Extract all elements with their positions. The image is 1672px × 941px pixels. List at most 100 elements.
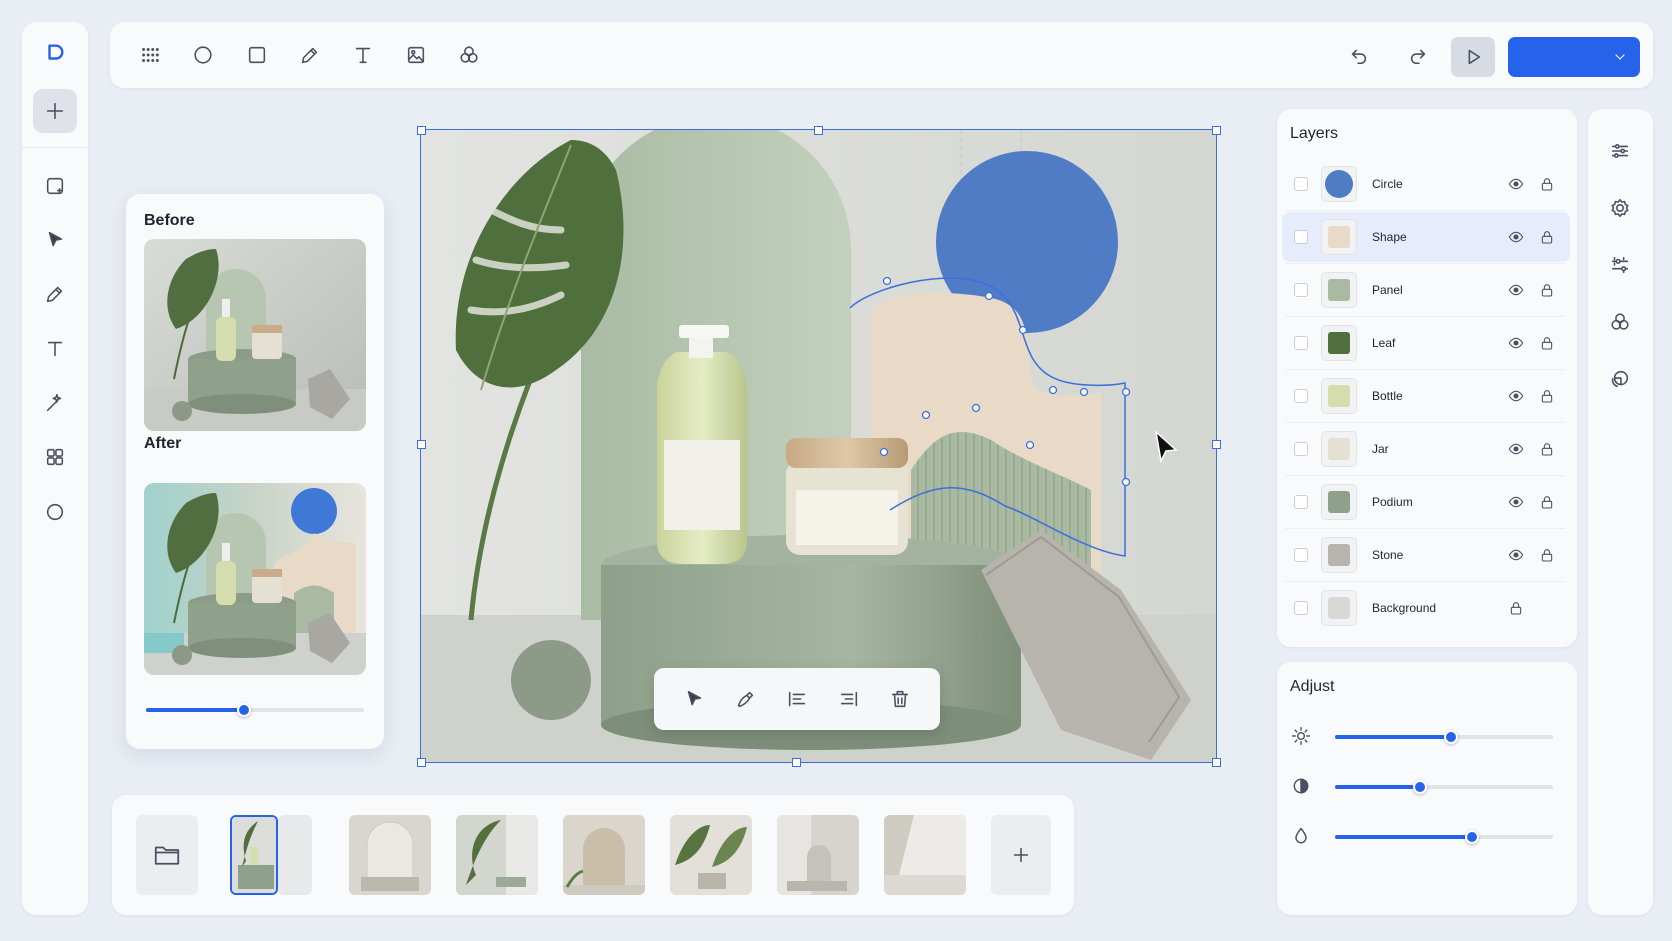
left-toolbar xyxy=(22,22,88,915)
layer-checkbox[interactable] xyxy=(1294,230,1308,244)
eye-icon[interactable] xyxy=(1508,494,1524,510)
layer-row[interactable]: Podium xyxy=(1282,477,1570,527)
add-thumbnail-button[interactable] xyxy=(991,815,1051,895)
grid-icon[interactable] xyxy=(128,33,172,77)
magic-wand-icon[interactable] xyxy=(33,381,77,425)
redo-icon[interactable] xyxy=(1396,33,1440,77)
resize-handle-s[interactable] xyxy=(791,757,801,767)
select-icon[interactable] xyxy=(683,688,705,710)
thumbnail-ghost xyxy=(278,815,312,895)
logo-icon[interactable] xyxy=(33,31,77,75)
eye-icon[interactable] xyxy=(1508,547,1524,563)
layer-row[interactable]: Stone xyxy=(1282,530,1570,580)
text-icon[interactable] xyxy=(341,33,385,77)
resize-handle-e[interactable] xyxy=(1211,439,1221,449)
resize-handle-sw[interactable] xyxy=(416,757,426,767)
adjust-title: Adjust xyxy=(1290,678,1335,695)
align-right-icon[interactable] xyxy=(838,688,860,710)
slider-knob[interactable] xyxy=(237,703,252,717)
pen-icon[interactable] xyxy=(734,688,756,710)
layer-checkbox[interactable] xyxy=(1294,336,1308,350)
layer-row[interactable]: Jar xyxy=(1282,424,1570,474)
play-button[interactable] xyxy=(1451,37,1495,77)
layer-thumbnail xyxy=(1321,166,1357,202)
layer-row[interactable]: Bottle xyxy=(1282,371,1570,421)
eye-icon[interactable] xyxy=(1508,176,1524,192)
undo-icon[interactable] xyxy=(1337,33,1381,77)
layer-row[interactable]: Shape xyxy=(1282,212,1570,262)
text-tool-icon[interactable] xyxy=(33,327,77,371)
thumbnail[interactable] xyxy=(563,815,645,895)
image-icon[interactable] xyxy=(394,33,438,77)
floating-edit-toolbar xyxy=(654,668,940,730)
lock-icon[interactable] xyxy=(1539,282,1555,298)
eye-icon[interactable] xyxy=(1508,441,1524,457)
components-icon[interactable] xyxy=(33,435,77,479)
lock-icon[interactable] xyxy=(1539,388,1555,404)
before-after-panel: Before After xyxy=(126,194,384,749)
layer-checkbox[interactable] xyxy=(1294,177,1308,191)
eye-icon[interactable] xyxy=(1508,388,1524,404)
adjust-icon[interactable] xyxy=(1598,243,1642,287)
contrast-slider[interactable] xyxy=(1335,780,1553,794)
thumbnail[interactable] xyxy=(777,815,859,895)
lock-icon[interactable] xyxy=(1508,600,1524,616)
thumbnail-active[interactable] xyxy=(230,815,278,895)
thumbnail[interactable] xyxy=(884,815,966,895)
resize-handle-ne[interactable] xyxy=(1211,125,1221,135)
after-label: After xyxy=(144,435,182,452)
lock-icon[interactable] xyxy=(1539,494,1555,510)
folder-button[interactable] xyxy=(136,815,198,895)
pen-tool-icon[interactable] xyxy=(33,272,77,316)
settings-icon[interactable] xyxy=(1598,186,1642,230)
layer-checkbox[interactable] xyxy=(1294,283,1308,297)
layer-checkbox[interactable] xyxy=(1294,601,1308,615)
layer-row[interactable]: Panel xyxy=(1282,265,1570,315)
export-dropdown-button[interactable] xyxy=(1508,37,1640,77)
layer-divider xyxy=(1285,581,1565,582)
ellipse-icon[interactable] xyxy=(181,33,225,77)
layer-name: Background xyxy=(1372,601,1437,615)
thumbnail[interactable] xyxy=(670,815,752,895)
eye-icon[interactable] xyxy=(1508,282,1524,298)
eye-icon[interactable] xyxy=(1508,335,1524,351)
ellipse-tool-icon[interactable] xyxy=(33,490,77,534)
lock-icon[interactable] xyxy=(1539,176,1555,192)
layer-checkbox[interactable] xyxy=(1294,442,1308,456)
layers-icon[interactable] xyxy=(1598,357,1642,401)
thumbnail[interactable] xyxy=(349,815,431,895)
saturation-slider[interactable] xyxy=(1335,830,1553,844)
sliders-icon[interactable] xyxy=(1598,129,1642,173)
layer-checkbox[interactable] xyxy=(1294,389,1308,403)
blend-icon[interactable] xyxy=(1598,300,1642,344)
layer-row[interactable]: Circle xyxy=(1282,159,1570,209)
lock-icon[interactable] xyxy=(1539,229,1555,245)
eye-icon[interactable] xyxy=(1508,229,1524,245)
layer-checkbox[interactable] xyxy=(1294,548,1308,562)
trash-icon[interactable] xyxy=(889,688,911,710)
rectangle-icon[interactable] xyxy=(235,33,279,77)
layer-thumbnail xyxy=(1321,219,1357,255)
layer-row[interactable]: Background xyxy=(1282,583,1570,633)
add-button[interactable] xyxy=(33,89,77,133)
layer-checkbox[interactable] xyxy=(1294,495,1308,509)
resize-handle-w[interactable] xyxy=(416,439,426,449)
align-left-icon[interactable] xyxy=(786,688,808,710)
pencil-icon[interactable] xyxy=(288,33,332,77)
resize-handle-se[interactable] xyxy=(1211,757,1221,767)
select-tool-icon[interactable] xyxy=(33,218,77,262)
resize-handle-n[interactable] xyxy=(813,125,823,135)
lock-icon[interactable] xyxy=(1539,547,1555,563)
play-icon xyxy=(1468,49,1481,65)
saturation-icon xyxy=(1291,826,1311,846)
lock-icon[interactable] xyxy=(1539,441,1555,457)
frame-tool-icon[interactable] xyxy=(33,164,77,208)
brightness-slider[interactable] xyxy=(1335,730,1553,744)
thumbnail[interactable] xyxy=(456,815,538,895)
layer-row[interactable]: Leaf xyxy=(1282,318,1570,368)
layer-thumbnail xyxy=(1321,272,1357,308)
blend-icon[interactable] xyxy=(447,33,491,77)
lock-icon[interactable] xyxy=(1539,335,1555,351)
resize-handle-nw[interactable] xyxy=(416,125,426,135)
compare-slider[interactable] xyxy=(146,703,364,717)
